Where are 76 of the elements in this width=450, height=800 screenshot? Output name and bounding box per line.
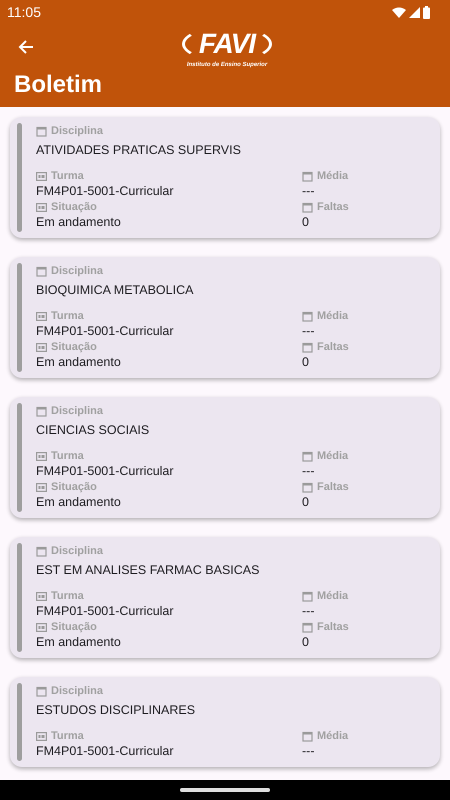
field-value: 0 — [302, 354, 310, 371]
field-value: --- — [302, 463, 316, 480]
calendar-icon — [302, 202, 313, 212]
calendar-icon — [302, 310, 313, 322]
calendar-icon — [302, 342, 313, 352]
field-label: Faltas — [317, 201, 349, 213]
field-label: Turma — [51, 310, 84, 322]
field-value: 0 — [302, 494, 310, 511]
field-value: --- — [302, 183, 316, 200]
id-card-icon — [36, 312, 47, 320]
calendar-icon — [302, 170, 313, 182]
field-value: FM4P01-5001-Curricular — [36, 463, 175, 480]
field-value: 0 — [302, 214, 310, 231]
field-label: Faltas — [317, 481, 349, 493]
field-value: FM4P01-5001-Curricular — [36, 183, 175, 200]
calendar-icon — [302, 622, 313, 632]
calendar-icon — [302, 590, 313, 602]
page-title: Boletim — [13, 70, 104, 100]
field-value: ATIVIDADES PRATICAS SUPERVIS — [36, 142, 242, 159]
id-card-icon — [36, 592, 47, 600]
calendar-icon — [36, 546, 47, 556]
field-label: Situação — [51, 481, 97, 493]
id-card-icon — [36, 622, 47, 632]
field-value: --- — [302, 603, 316, 620]
field-value: EST EM ANALISES FARMAC BASICAS — [36, 562, 260, 579]
field-label: Média — [317, 730, 348, 742]
field-label: Disciplina — [51, 265, 103, 277]
id-card-icon — [36, 342, 47, 352]
field-label: Média — [317, 590, 348, 602]
field-value: --- — [302, 323, 316, 340]
field-label: Disciplina — [51, 685, 103, 697]
battery-icon — [423, 6, 430, 18]
field-value: 0 — [302, 634, 310, 651]
field-label: Disciplina — [51, 405, 103, 417]
field-value: FM4P01-5001-Curricular — [36, 743, 175, 760]
signal-icon — [409, 6, 420, 18]
calendar-icon — [302, 482, 313, 492]
calendar-icon — [36, 126, 47, 136]
calendar-icon — [36, 686, 47, 696]
field-label: Turma — [51, 590, 84, 602]
id-card-icon — [36, 172, 47, 180]
home-handle-icon[interactable] — [180, 788, 270, 792]
field-value: CIENCIAS SOCIAIS — [36, 422, 150, 439]
status-time: 11:05 — [7, 4, 41, 20]
field-value: BIOQUIMICA METABOLICA — [36, 282, 194, 299]
field-label: Média — [317, 170, 348, 182]
id-card-icon — [36, 732, 47, 740]
field-value: FM4P01-5001-Curricular — [36, 603, 175, 620]
field-label: Faltas — [317, 341, 349, 353]
field-label: Turma — [51, 730, 84, 742]
field-value: Em andamento — [36, 214, 122, 231]
field-value: Em andamento — [36, 354, 122, 371]
id-card-icon — [36, 202, 47, 212]
field-label: Disciplina — [51, 125, 103, 137]
calendar-icon — [36, 406, 47, 416]
field-value: Em andamento — [36, 494, 122, 511]
field-label: Turma — [51, 170, 84, 182]
field-label: Média — [317, 310, 348, 322]
field-label: Faltas — [317, 621, 349, 633]
field-label: Situação — [51, 201, 97, 213]
field-value: Em andamento — [36, 634, 122, 651]
field-label: Média — [317, 450, 348, 462]
field-value: --- — [302, 743, 316, 760]
field-value: ESTUDOS DISCIPLINARES — [36, 702, 196, 719]
calendar-icon — [302, 450, 313, 462]
calendar-icon — [302, 730, 313, 742]
id-card-icon — [36, 452, 47, 460]
field-value: FM4P01-5001-Curricular — [36, 323, 175, 340]
wifi-icon — [392, 6, 406, 18]
back-arrow-icon — [18, 39, 34, 55]
calendar-icon — [36, 266, 47, 276]
field-label: Situação — [51, 341, 97, 353]
field-label: Disciplina — [51, 545, 103, 557]
field-label: Turma — [51, 450, 84, 462]
field-label: Situação — [51, 621, 97, 633]
id-card-icon — [36, 482, 47, 492]
